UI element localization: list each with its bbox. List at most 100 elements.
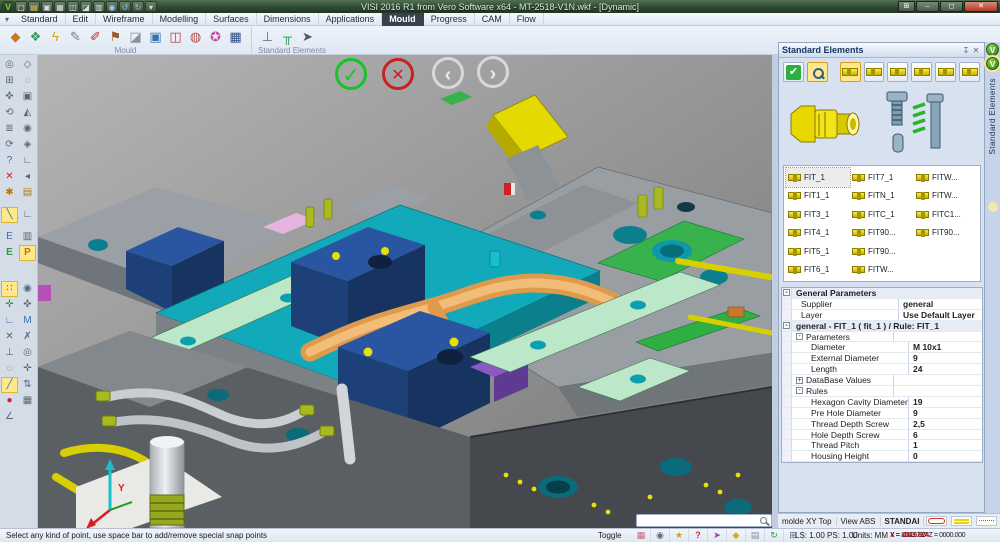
pin-icon[interactable]: ↧ (961, 46, 971, 55)
fitting-preview-image[interactable] (785, 92, 867, 158)
zoom-window-icon[interactable]: ◎ (1, 57, 18, 73)
draft-pen-icon[interactable]: ✎ (66, 27, 85, 47)
undo-icon[interactable]: ↺ (119, 1, 131, 12)
param-value[interactable]: 2,5 (908, 419, 982, 429)
snap-center-icon[interactable]: ◎ (19, 345, 36, 361)
ejector-pin-icon[interactable]: ◍ (186, 27, 205, 47)
snap-perp-icon[interactable]: ⊥ (1, 345, 18, 361)
wcs-icon[interactable]: M (19, 313, 36, 329)
tab-cam[interactable]: CAM (475, 13, 510, 26)
fitting-plug-button[interactable] (911, 62, 932, 82)
param-value[interactable]: 6 (908, 430, 982, 440)
param-value[interactable]: 9 (908, 353, 982, 363)
refresh-view-icon[interactable]: ⟳ (1, 137, 18, 153)
line-style-swatch-red[interactable] (926, 516, 947, 526)
tab-mould[interactable]: Mould (382, 13, 424, 26)
line-style-swatch-green[interactable] (976, 516, 997, 526)
snap-points-icon[interactable]: ∷ (1, 281, 18, 297)
close-panel-icon[interactable]: ✕ (971, 46, 981, 55)
fit-item[interactable]: FITN_1 (850, 187, 914, 206)
standard-profile-label[interactable]: STANDAI (881, 517, 925, 526)
screws-library-icon[interactable]: ⊥ (258, 27, 277, 47)
line-style-swatch-yellow[interactable] (951, 516, 972, 526)
mouse-select-icon[interactable]: ◉ (19, 281, 36, 297)
grid-plane-icon[interactable]: ▥ (19, 229, 36, 245)
zoom-select-icon[interactable]: ✜ (1, 89, 18, 105)
close-button[interactable]: ✕ (964, 1, 998, 12)
edit-workplane-icon[interactable]: E (1, 229, 18, 245)
active-view-name[interactable]: molde XY Top (778, 517, 837, 526)
shading-icon[interactable]: ◈ (19, 137, 36, 153)
mould-3d-model[interactable]: Y (38, 55, 772, 528)
fitting-triple-button[interactable] (887, 62, 908, 82)
fitting-hose-button[interactable] (959, 62, 980, 82)
panel-edge-tab[interactable]: Standard Elements (988, 78, 997, 155)
param-value[interactable]: 0 (908, 451, 982, 461)
vero-badge-button[interactable]: V (986, 43, 999, 56)
notes-icon[interactable]: ▤ (746, 529, 765, 542)
help-icon[interactable]: ? (689, 529, 708, 542)
expand-toggle[interactable]: - (796, 387, 803, 394)
constraint-stop-icon[interactable]: ● (1, 393, 18, 409)
param-value[interactable]: 24 (908, 364, 982, 374)
p-plane-icon[interactable]: P (19, 245, 36, 261)
search-magnifier-button[interactable] (807, 62, 828, 82)
layout-grid-button[interactable]: ⊞ (898, 1, 915, 12)
fit-item[interactable]: FIT1_1 (786, 187, 850, 206)
snap-intersect-icon[interactable]: ✕ (1, 329, 18, 345)
next-button[interactable]: › (477, 56, 509, 88)
cooling-icon[interactable]: ◫ (166, 27, 185, 47)
maximize-button[interactable]: ◻ (940, 1, 963, 12)
fitting-long-button[interactable] (935, 62, 956, 82)
tab-flow[interactable]: Flow (510, 13, 544, 26)
open-model-icon[interactable]: ▤ (19, 185, 36, 201)
cancel-button[interactable]: ✕ (382, 58, 414, 90)
settings-icon[interactable]: ✱ (1, 185, 18, 201)
view-orient-icon[interactable]: ◇ (19, 57, 36, 73)
insert-element-icon[interactable]: ➤ (298, 27, 317, 47)
minimize-button[interactable]: – (916, 1, 939, 12)
tab-standard[interactable]: Standard (14, 13, 66, 26)
quick-search-input[interactable] (637, 516, 759, 525)
snap-settings-icon[interactable]: ▦ (632, 529, 651, 542)
snap-grab-icon[interactable]: ✛ (1, 297, 18, 313)
snap-angle-icon[interactable]: ∠ (1, 409, 18, 425)
param-value[interactable]: 9 (908, 408, 982, 418)
favorites-icon[interactable]: ★ (670, 529, 689, 542)
save-icon[interactable]: ▣ (41, 1, 53, 12)
toggle-button[interactable]: Toggle (598, 529, 622, 542)
menu-dropdown-icon[interactable]: ▾ (0, 15, 14, 24)
delete-icon[interactable]: ✕ (1, 169, 18, 185)
vero-badge-button-active[interactable]: V (986, 57, 999, 70)
flag-tool-icon[interactable]: ⚑ (106, 27, 125, 47)
slide-tool-icon[interactable]: ◪ (126, 27, 145, 47)
print-icon[interactable]: ▥ (93, 1, 105, 12)
fit-item[interactable]: FIT3_1 (786, 205, 850, 224)
tab-wireframe[interactable]: Wireframe (96, 13, 153, 26)
tab-dimensions[interactable]: Dimensions (257, 13, 319, 26)
gate-tool-icon[interactable]: ✪ (206, 27, 225, 47)
redo-icon[interactable]: ↻ (132, 1, 144, 12)
corner-tool-icon[interactable]: ∟ (19, 207, 36, 223)
expand-toggle[interactable]: + (796, 377, 803, 384)
profile-icon[interactable]: ◌ (19, 73, 36, 89)
mould-layout-icon[interactable]: ❖ (26, 27, 45, 47)
fly-mode-icon[interactable]: ➤ (708, 529, 727, 542)
previous-view-icon[interactable]: ◂ (19, 169, 36, 185)
fit-item[interactable]: FITW... (914, 168, 978, 187)
fitting-union-button[interactable] (864, 62, 885, 82)
rotate-view-icon[interactable]: ⟲ (1, 105, 18, 121)
target-icon[interactable]: ◉ (19, 121, 36, 137)
export-icon[interactable]: ◪ (80, 1, 92, 12)
properties-icon[interactable]: ▦ (19, 393, 36, 409)
fit-item[interactable]: FITW... (850, 261, 914, 280)
solid-color-icon[interactable]: ◆ (727, 529, 746, 542)
fit-item[interactable]: FIT90... (914, 224, 978, 243)
viewport[interactable]: Y ✓ ✕ ‹ › (38, 55, 772, 528)
pins-library-icon[interactable]: ╥ (278, 27, 297, 47)
fit-item[interactable]: FIT_1 (786, 168, 850, 187)
visi-logo-icon[interactable]: V (2, 1, 14, 12)
snap-cross-icon[interactable]: ✗ (19, 329, 36, 345)
marker-pin-icon[interactable]: ✐ (86, 27, 105, 47)
mould-project-icon[interactable]: ◆ (6, 27, 25, 47)
